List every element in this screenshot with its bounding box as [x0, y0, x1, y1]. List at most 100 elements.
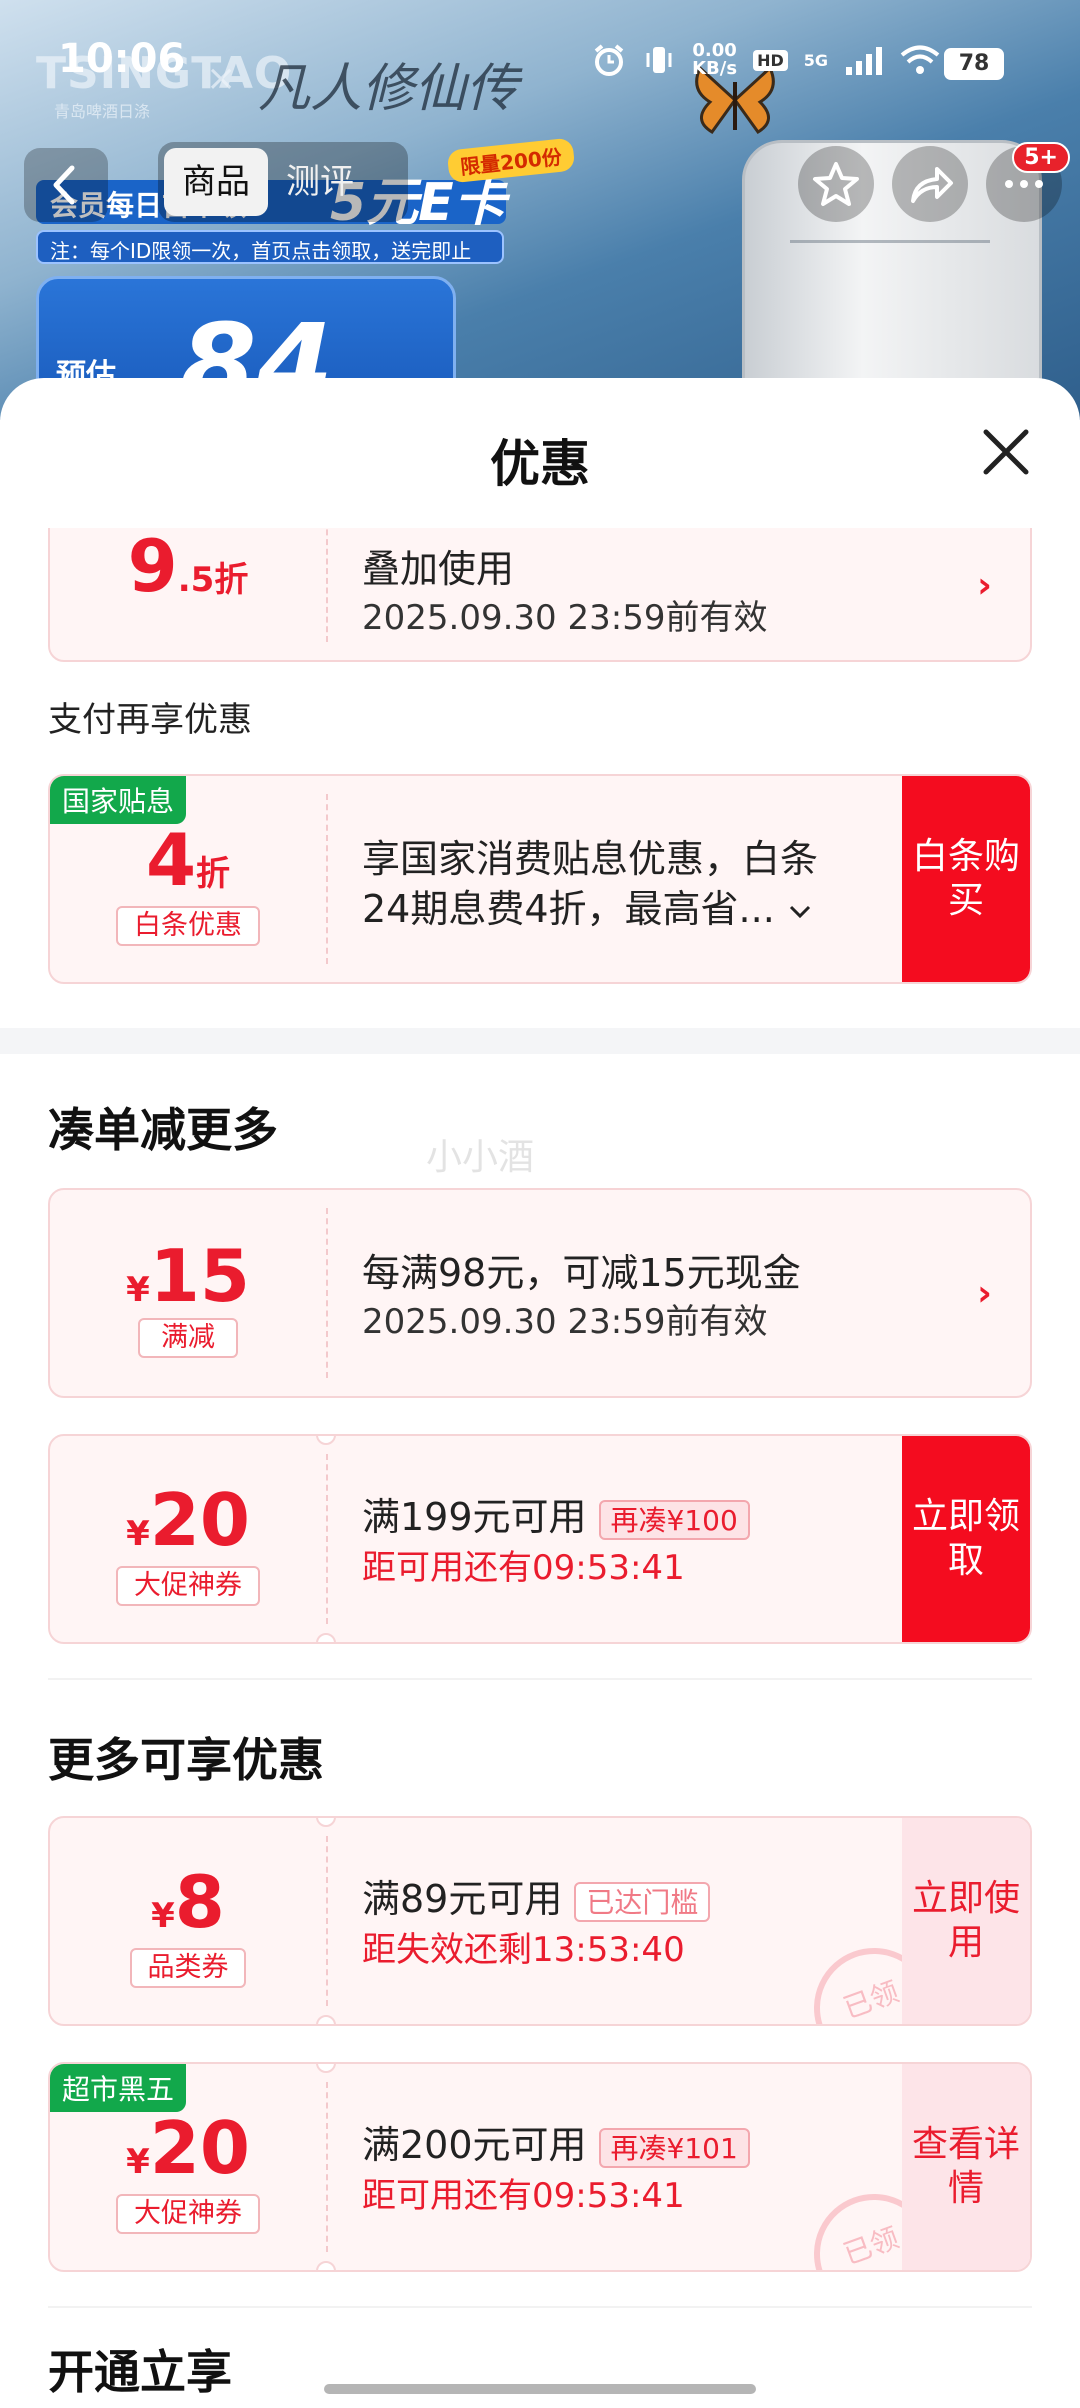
share-button[interactable]: [892, 146, 968, 222]
coupon-amount-value: 15: [149, 1234, 250, 1318]
coupon-amount-value: 20: [149, 1478, 250, 1562]
coupon-notch: [316, 2015, 336, 2024]
coupon-expiry: 2025.09.30 23:59前有效: [362, 1302, 768, 1342]
coupon-description-text: 24期息费4折，最高省...: [362, 887, 775, 931]
section-divider: [48, 2306, 1032, 2308]
coupon-threshold-text: 满200元可用: [362, 2123, 587, 2167]
currency-symbol: ¥: [151, 1896, 175, 1936]
currency-symbol: ¥: [126, 1270, 150, 1310]
top-up-pill: 再凑¥101: [598, 2127, 750, 2168]
status-bar: 10:06 0.00 KB/s HD 5G 78: [0, 0, 1080, 120]
coupon-threshold-text: 满89元可用: [362, 1877, 563, 1921]
coupon-expiry: 2025.09.30 23:59前有效: [362, 598, 768, 638]
tab-review[interactable]: 测评: [268, 148, 372, 216]
vibrate-icon: [646, 47, 672, 73]
section-divider: [48, 1678, 1032, 1680]
coupon-amount-value: 9: [127, 528, 178, 608]
coupon-type-badge: 品类券: [130, 1948, 246, 1988]
coupon-type-badge: 白条优惠: [116, 906, 260, 946]
coupon-amount: 4折: [50, 818, 326, 902]
coupon-amount: 9.5折: [50, 528, 326, 608]
coupon-type-badge: 大促神券: [116, 1566, 260, 1606]
coupon-countdown: 距可用还有09:53:41: [362, 2176, 685, 2216]
category-coupon[interactable]: ¥8 品类券 满89元可用 已达门槛 距失效还剩13:53:40 已领 立即使用: [48, 1816, 1032, 2026]
share-icon: [911, 167, 953, 203]
black-friday-coupon[interactable]: 超市黑五 ¥20 大促神券 满200元可用 再凑¥101 距可用还有09:53:4…: [48, 2062, 1032, 2272]
coupon-title: 叠加使用: [362, 547, 515, 591]
chevron-right-icon[interactable]: ›: [977, 565, 992, 606]
use-now-button[interactable]: 立即使用: [902, 1818, 1030, 2024]
more-section-title: 更多可享优惠: [48, 1733, 324, 1787]
tab-product[interactable]: 商品: [164, 148, 268, 216]
sheet-title: 优惠: [490, 435, 590, 493]
message-count-badge: 5+: [1012, 142, 1070, 173]
coupon-divider: [326, 1208, 328, 1378]
battery-indicator: 78: [944, 48, 1004, 80]
coupon-tag: 国家贴息: [50, 776, 187, 824]
coupon-divider: [326, 794, 328, 964]
currency-symbol: ¥: [126, 1514, 150, 1554]
network-speed-unit: KB/s: [692, 58, 738, 79]
home-indicator[interactable]: [324, 2384, 756, 2394]
alarm-icon: [594, 44, 624, 76]
promo-coupon[interactable]: ¥20 大促神券 满199元可用 再凑¥100 距可用还有09:53:41 立即领…: [48, 1434, 1032, 1644]
coupon-description-line1: 享国家消费贴息优惠，白条: [362, 837, 819, 881]
threshold-reached-pill: 已达门槛: [574, 1881, 711, 1922]
limit-badge: 限量200份: [446, 137, 576, 184]
wifi-icon: [900, 45, 940, 74]
hd-badge: HD: [753, 49, 788, 71]
coupon-amount-unit: 折: [196, 854, 231, 894]
top-up-pill: 再凑¥100: [598, 1499, 750, 1540]
coupon-title: 每满98元，可减15元现金: [362, 1251, 801, 1295]
coupon-tag: 超市黑五: [50, 2064, 187, 2112]
coupon-amount: ¥8: [50, 1860, 326, 1944]
chevron-down-icon[interactable]: [787, 902, 813, 922]
coupon-divider: [326, 2082, 328, 2252]
chevron-left-icon: [53, 165, 75, 205]
coupon-notch: [316, 1633, 336, 1642]
coupon-description-line2: 24期息费4折，最高省...: [362, 878, 813, 933]
coupon-divider: [326, 528, 328, 642]
coupon-notch: [316, 2261, 336, 2270]
sheet-scroll-area[interactable]: 9.5折 叠加使用 2025.09.30 23:59前有效 › 支付再享优惠 国…: [0, 528, 1080, 2408]
coupon-threshold: 满200元可用 再凑¥101: [362, 2114, 750, 2169]
coupon-amount-unit: .5折: [177, 560, 249, 600]
coupon-notch: [316, 2064, 336, 2073]
favorite-button[interactable]: [798, 146, 874, 222]
coupon-type-badge: 大促神券: [116, 2194, 260, 2234]
app-root: TSINGTAO 青岛啤酒日涤 × 凡人修仙传 会员每日首单领 5元E卡 限量2…: [0, 0, 1080, 2408]
network-speed: 0.00 KB/s: [692, 42, 737, 78]
coupon-amount: ¥15: [50, 1234, 326, 1318]
close-icon[interactable]: [976, 422, 1036, 482]
watermark: 小小酒: [426, 1137, 535, 1178]
baitiao-buy-button[interactable]: 白条购买: [902, 776, 1030, 982]
full-reduction-coupon[interactable]: ¥15 满减 每满98元，可减15元现金 2025.09.30 23:59前有效…: [48, 1188, 1032, 1398]
view-details-button[interactable]: 查看详情: [902, 2064, 1030, 2270]
coupon-amount: ¥20: [50, 2106, 326, 2190]
back-button[interactable]: [24, 148, 108, 222]
claim-now-button[interactable]: 立即领取: [902, 1436, 1030, 1642]
section-gap: [0, 1028, 1080, 1054]
chevron-right-icon[interactable]: ›: [977, 1273, 992, 1314]
network-type: 5G: [803, 50, 828, 70]
discount-coupon-9-5[interactable]: 9.5折 叠加使用 2025.09.30 23:59前有效 ›: [48, 528, 1032, 662]
coupon-divider: [326, 1454, 328, 1624]
coupon-threshold: 满199元可用 再凑¥100: [362, 1486, 750, 1541]
coupon-amount-value: 8: [174, 1860, 225, 1944]
signal-icon: [846, 47, 882, 75]
coupon-countdown: 距失效还剩13:53:40: [362, 1930, 685, 1970]
status-icons: 0.00 KB/s HD 5G: [592, 42, 940, 78]
coupon-type-badge: 满减: [138, 1318, 238, 1358]
coupon-divider: [326, 1836, 328, 2006]
coupon-amount: ¥20: [50, 1478, 326, 1562]
coupon-countdown: 距可用还有09:53:41: [362, 1548, 685, 1588]
baitiao-coupon[interactable]: 国家贴息 4折 白条优惠 享国家消费贴息优惠，白条 24期息费4折，最高省...…: [48, 774, 1032, 984]
coupon-notch: [316, 1818, 336, 1827]
open-section-title: 开通立享: [48, 2345, 232, 2399]
promo-note: 注：每个ID限领一次，首页点击领取，送完即止: [36, 230, 504, 264]
coupon-threshold: 满89元可用 已达门槛: [362, 1868, 711, 1923]
pay-section-label: 支付再享优惠: [48, 700, 252, 740]
product-tabs: 商品 测评: [158, 142, 408, 222]
coupon-amount-value: 4: [145, 818, 197, 902]
star-icon: [813, 162, 859, 206]
